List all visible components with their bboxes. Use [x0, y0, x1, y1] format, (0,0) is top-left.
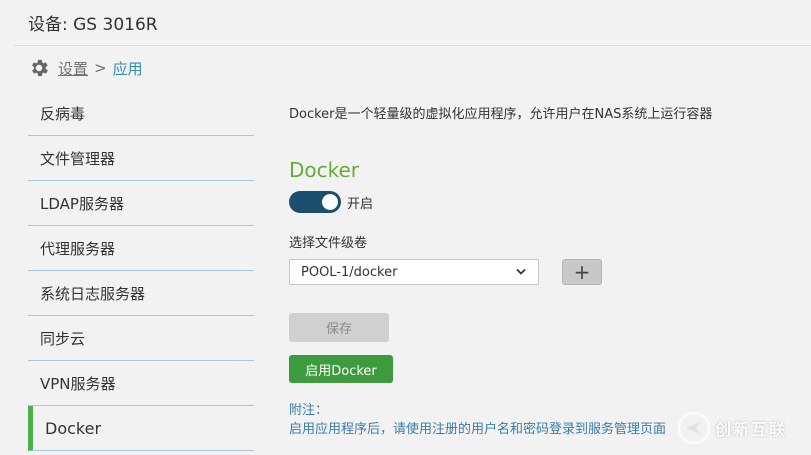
sidebar-item-ldap-server[interactable]: LDAP服务器 [28, 181, 254, 226]
breadcrumb-separator: > [94, 59, 107, 77]
enable-docker-button[interactable]: 启用Docker [289, 355, 393, 383]
volume-select-label: 选择文件级卷 [289, 236, 368, 251]
volume-select[interactable]: POOL-1/docker [289, 259, 539, 285]
sidebar-item-file-manager[interactable]: 文件管理器 [28, 136, 254, 181]
chevron-down-icon [516, 268, 526, 275]
docker-description: Docker是一个轻量级的虚拟化应用程序，允许用户在NAS系统上运行容器 [289, 107, 713, 122]
save-button[interactable]: 保存 [289, 313, 389, 342]
breadcrumb: 设置 > 应用 [28, 56, 143, 80]
note-text: 启用应用程序后，请使用注册的用户名和密码登录到服务管理页面 [289, 422, 667, 437]
watermark-text-block: 创新互联 [715, 416, 787, 440]
watermark-text: 创新互联 [715, 420, 788, 439]
main-content: Docker是一个轻量级的虚拟化应用程序，允许用户在NAS系统上运行容器 Doc… [289, 0, 811, 455]
note-title: 附注： [289, 403, 329, 418]
volume-select-value: POOL-1/docker [301, 264, 398, 280]
section-title: Docker [289, 158, 360, 182]
sidebar-item-proxy-server[interactable]: 代理服务器 [28, 226, 254, 271]
watermark: 创新互联 [677, 408, 811, 448]
toggle-label: 开启 [347, 196, 374, 212]
docker-enable-toggle[interactable] [289, 191, 341, 213]
sidebar-item-sync-cloud[interactable]: 同步云 [28, 316, 254, 361]
sidebar-item-docker[interactable]: Docker [28, 406, 254, 451]
breadcrumb-settings-link[interactable]: 设置 [58, 58, 88, 79]
watermark-logo-icon [677, 411, 711, 445]
docker-toggle-row: 开启 [289, 191, 373, 213]
breadcrumb-current: 应用 [112, 59, 143, 78]
sidebar-nav: 反病毒 文件管理器 LDAP服务器 代理服务器 系统日志服务器 同步云 VPN服… [28, 91, 254, 451]
toggle-knob [322, 194, 338, 210]
sidebar-item-vpn-server[interactable]: VPN服务器 [28, 361, 254, 406]
sidebar-item-antivirus[interactable]: 反病毒 [28, 91, 254, 136]
device-title: 设备: GS 3016R [28, 15, 158, 35]
add-volume-button[interactable]: + [562, 259, 602, 285]
sidebar-item-syslog-server[interactable]: 系统日志服务器 [28, 271, 254, 316]
gear-icon [32, 59, 48, 77]
